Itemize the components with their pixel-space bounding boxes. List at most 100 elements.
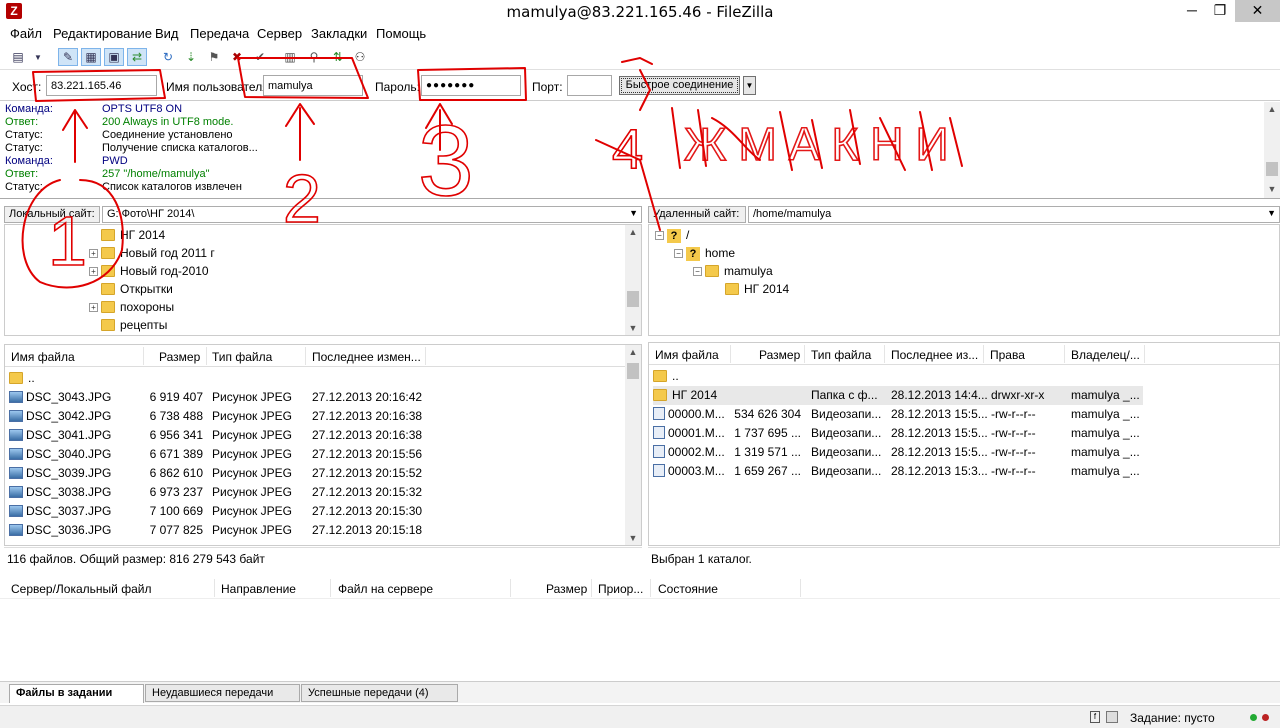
username-input[interactable] (263, 75, 363, 96)
chevron-down-icon[interactable]: ▼ (629, 208, 638, 218)
scroll-down-icon[interactable]: ▼ (625, 531, 641, 545)
remote-path-combo[interactable]: /home/mamulya ▼ (748, 206, 1280, 223)
menu-file[interactable]: Файл (10, 26, 42, 41)
remote-tree-item[interactable]: НГ 2014 (713, 280, 789, 298)
column-direction[interactable]: Направление (221, 582, 296, 596)
toggle-local-tree-icon[interactable]: ▦ (81, 48, 101, 66)
parent-directory-row[interactable]: .. (9, 369, 619, 388)
directory-listing-filter-icon[interactable]: ▥ (280, 48, 300, 66)
local-file-row[interactable]: DSC_3036.JPG 7 077 825 Рисунок JPEG 27.12.2… (9, 521, 619, 540)
log-scroll-thumb[interactable] (1266, 162, 1278, 176)
toggle-remote-tree-icon[interactable]: ▣ (104, 48, 124, 66)
expand-icon[interactable]: + (89, 249, 98, 259)
file-name: DSC_3036.JPG (26, 523, 112, 537)
site-manager-dropdown-icon[interactable]: ▼ (31, 48, 45, 66)
local-tree-item[interactable]: рецепты (89, 316, 167, 334)
tab-successful-transfers[interactable]: Успешные передачи (4) (301, 684, 458, 702)
column-permissions[interactable]: Права (990, 348, 1025, 362)
remote-file-row[interactable]: 00001.M... 1 737 695 ... Видеозапи... 28.12… (653, 424, 1143, 443)
site-manager-icon[interactable]: ▤ (8, 48, 28, 66)
collapse-icon[interactable]: − (693, 267, 702, 277)
reconnect-icon[interactable]: ✔ (250, 48, 270, 66)
remote-file-row[interactable]: 00003.M... 1 659 267 ... Видеозапи... 28.12… (653, 462, 1143, 481)
queue-list[interactable] (0, 600, 1280, 680)
cancel-icon[interactable]: ⚑ (204, 48, 224, 66)
quickconnect-dropdown-icon[interactable]: ▼ (743, 76, 756, 95)
local-file-row[interactable]: DSC_3041.JPG 6 956 341 Рисунок JPEG 27.12.2… (9, 426, 619, 445)
menu-transfer[interactable]: Передача (190, 26, 249, 41)
file-type: Видеозапи... (811, 464, 882, 478)
local-tree-scrollbar[interactable]: ▲ ▼ (625, 225, 641, 335)
menu-server[interactable]: Сервер (257, 26, 302, 41)
local-tree-item[interactable]: + Новый год 2011 г (89, 244, 215, 262)
menu-view[interactable]: Вид (155, 26, 179, 41)
local-tree-item[interactable]: Открытки (89, 280, 173, 298)
local-file-row[interactable]: DSC_3039.JPG 6 862 610 Рисунок JPEG 27.12.2… (9, 464, 619, 483)
sync-browsing-icon[interactable]: ⇅ (328, 48, 348, 66)
compare-icon[interactable]: ⚲ (304, 48, 324, 66)
remote-file-row[interactable]: 00002.M... 1 319 571 ... Видеозапи... 28.12… (653, 443, 1143, 462)
tab-failed-transfers[interactable]: Неудавшиеся передачи (145, 684, 300, 702)
local-file-row[interactable]: DSC_3040.JPG 6 671 389 Рисунок JPEG 27.12.2… (9, 445, 619, 464)
local-file-row[interactable]: DSC_3043.JPG 6 919 407 Рисунок JPEG 27.12.2… (9, 388, 619, 407)
port-input[interactable] (567, 75, 612, 96)
toggle-log-icon[interactable]: ✎ (58, 48, 78, 66)
local-file-row[interactable]: DSC_3038.JPG 6 973 237 Рисунок JPEG 27.12.2… (9, 483, 619, 502)
local-tree-item[interactable]: + Новый год-2010 (89, 262, 209, 280)
local-tree-item[interactable]: НГ 2014 (89, 226, 165, 244)
scroll-up-icon[interactable]: ▲ (625, 225, 641, 239)
column-size[interactable]: Размер (759, 348, 800, 362)
search-icon[interactable]: ⚇ (350, 48, 370, 66)
remote-file-row[interactable]: 00000.M... 534 626 304 Видеозапи... 28.12.2… (653, 405, 1143, 424)
local-list-scroll-thumb[interactable] (627, 363, 639, 379)
column-filename[interactable]: Имя файла (11, 350, 75, 364)
remote-tree-item[interactable]: −? home (674, 244, 735, 262)
minimize-button[interactable]: ─ (1178, 0, 1206, 22)
expand-icon[interactable]: + (89, 303, 98, 313)
tab-queued-files[interactable]: Файлы в задании (9, 684, 144, 703)
parent-directory-row[interactable]: .. (653, 367, 1273, 386)
scroll-down-icon[interactable]: ▼ (625, 321, 641, 335)
column-modified[interactable]: Последнее из... (891, 348, 978, 362)
local-path-combo[interactable]: G:\Фото\НГ 2014\ ▼ (102, 206, 642, 223)
column-remote-file[interactable]: Файл на сервере (338, 582, 433, 596)
menu-bookmarks[interactable]: Закладки (311, 26, 367, 41)
column-size[interactable]: Размер (159, 350, 200, 364)
menu-edit[interactable]: Редактирование (53, 26, 152, 41)
local-tree-item[interactable]: + похороны (89, 298, 174, 316)
local-list-scrollbar[interactable]: ▲ ▼ (625, 345, 641, 545)
host-input[interactable] (46, 75, 157, 96)
scroll-down-icon[interactable]: ▼ (1264, 182, 1280, 196)
column-filetype[interactable]: Тип файла (212, 350, 272, 364)
column-owner[interactable]: Владелец/... (1071, 348, 1140, 362)
column-state[interactable]: Состояние (658, 582, 718, 596)
quickconnect-button[interactable]: Быстрое соединение (619, 76, 740, 95)
collapse-icon[interactable]: − (655, 231, 664, 241)
password-input[interactable] (421, 75, 521, 96)
chevron-down-icon[interactable]: ▼ (1267, 208, 1276, 218)
refresh-icon[interactable]: ↻ (158, 48, 178, 66)
local-file-row[interactable]: DSC_3037.JPG 7 100 669 Рисунок JPEG 27.12.2… (9, 502, 619, 521)
local-file-row[interactable]: DSC_3042.JPG 6 738 488 Рисунок JPEG 27.12.2… (9, 407, 619, 426)
local-tree-scroll-thumb[interactable] (627, 291, 639, 307)
remote-file-row[interactable]: НГ 2014 Папка с ф... 28.12.2013 14:4... drw… (653, 386, 1143, 405)
menu-help[interactable]: Помощь (376, 26, 426, 41)
column-modified[interactable]: Последнее измен... (312, 350, 421, 364)
disconnect-icon[interactable]: ✖ (227, 48, 247, 66)
scroll-up-icon[interactable]: ▲ (625, 345, 641, 359)
column-size[interactable]: Размер (546, 582, 587, 596)
column-filename[interactable]: Имя файла (655, 348, 719, 362)
close-button[interactable]: ✕ (1235, 0, 1280, 22)
toggle-queue-icon[interactable]: ⇄ (127, 48, 147, 66)
column-filetype[interactable]: Тип файла (811, 348, 871, 362)
collapse-icon[interactable]: − (674, 249, 683, 259)
remote-tree-item[interactable]: − mamulya (693, 262, 773, 280)
process-queue-icon[interactable]: ⇣ (181, 48, 201, 66)
remote-tree-item[interactable]: −? / (655, 226, 689, 244)
maximize-button[interactable]: ❐ (1206, 0, 1234, 22)
log-scrollbar[interactable]: ▲ ▼ (1264, 102, 1280, 198)
column-priority[interactable]: Приор... (598, 582, 643, 596)
scroll-up-icon[interactable]: ▲ (1264, 102, 1280, 116)
expand-icon[interactable]: + (89, 267, 98, 277)
column-local-file[interactable]: Сервер/Локальный файл (11, 582, 151, 596)
